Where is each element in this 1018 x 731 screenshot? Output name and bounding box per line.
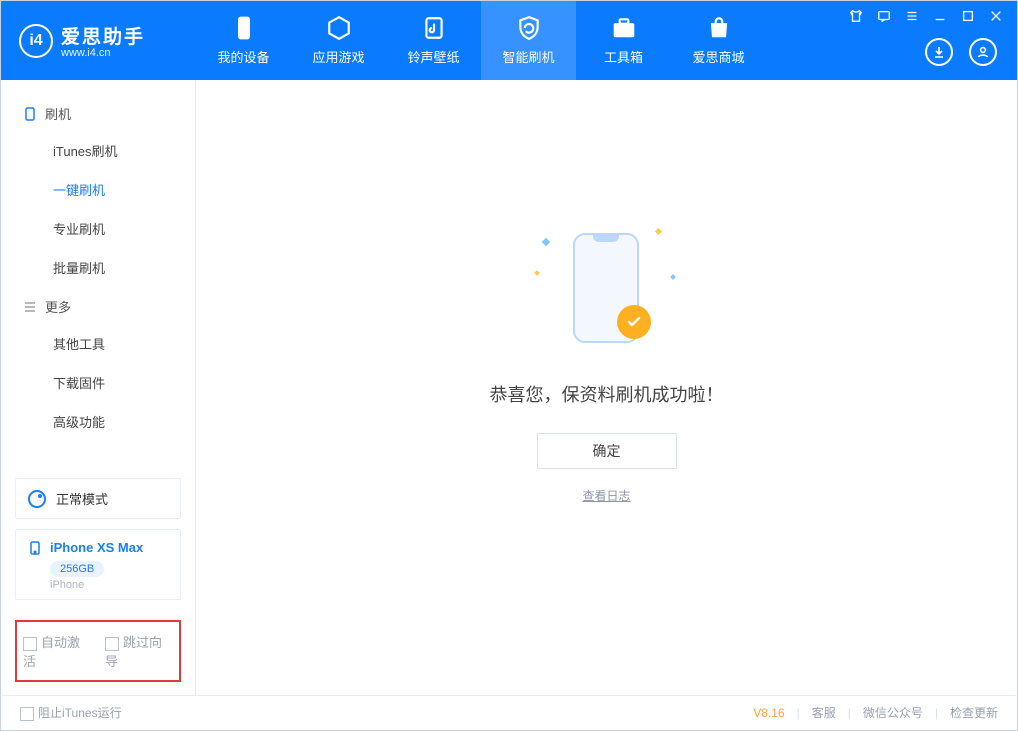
sidebar-item-oneclick-flash[interactable]: 一键刷机 xyxy=(1,170,195,209)
feedback-icon[interactable] xyxy=(877,9,891,26)
tab-label: 智能刷机 xyxy=(502,47,554,66)
mode-card[interactable]: 正常模式 xyxy=(15,478,181,519)
tab-apps-games[interactable]: 应用游戏 xyxy=(291,1,386,80)
block-itunes-checkbox[interactable]: 阻止iTunes运行 xyxy=(20,704,122,721)
nav-tabs: 我的设备 应用游戏 铃声壁纸 智能刷机 工具箱 爱思商城 xyxy=(196,1,766,80)
sidebar-section-flash: 刷机 xyxy=(1,94,195,131)
device-type: iPhone xyxy=(28,579,168,591)
minimize-icon[interactable] xyxy=(933,9,947,26)
sidebar-section-more: 更多 xyxy=(1,287,195,324)
sidebar-item-other-tools[interactable]: 其他工具 xyxy=(1,324,195,363)
footer-link-support[interactable]: 客服 xyxy=(812,704,836,721)
briefcase-icon xyxy=(611,15,637,41)
tshirt-icon[interactable] xyxy=(849,9,863,26)
device-capacity: 256GB xyxy=(50,561,104,577)
sidebar-item-advanced[interactable]: 高级功能 xyxy=(1,402,195,441)
main-content: 恭喜您，保资料刷机成功啦！ 确定 查看日志 xyxy=(196,80,1017,696)
mode-label: 正常模式 xyxy=(56,489,108,508)
tab-label: 应用游戏 xyxy=(312,47,364,66)
app-domain: www.i4.cn xyxy=(61,47,145,59)
menu-icon[interactable] xyxy=(905,9,919,26)
section-title: 刷机 xyxy=(45,104,71,123)
bag-icon xyxy=(706,15,732,41)
sidebar-item-batch-flash[interactable]: 批量刷机 xyxy=(1,248,195,287)
device-phone-icon xyxy=(28,541,42,555)
device-name: iPhone XS Max xyxy=(50,540,143,555)
auto-activate-checkbox[interactable]: 自动激活 xyxy=(23,632,91,670)
tab-label: 工具箱 xyxy=(604,47,643,66)
options-highlight-box: 自动激活 跳过向导 xyxy=(15,620,181,682)
header-right-icons xyxy=(925,38,997,66)
device-card[interactable]: iPhone XS Max 256GB iPhone xyxy=(15,529,181,600)
tab-label: 铃声壁纸 xyxy=(407,47,459,66)
close-icon[interactable] xyxy=(989,9,1003,26)
section-title: 更多 xyxy=(45,297,71,316)
phone-outline-icon xyxy=(23,107,37,121)
sidebar-item-download-firmware[interactable]: 下载固件 xyxy=(1,363,195,402)
tab-store[interactable]: 爱思商城 xyxy=(671,1,766,80)
tab-ringtones[interactable]: 铃声壁纸 xyxy=(386,1,481,80)
cube-icon xyxy=(326,15,352,41)
maximize-icon[interactable] xyxy=(961,9,975,26)
app-name: 爱思助手 xyxy=(61,22,145,49)
version-label: V8.16 xyxy=(753,706,784,720)
download-icon[interactable] xyxy=(925,38,953,66)
view-log-link[interactable]: 查看日志 xyxy=(582,487,630,504)
shield-refresh-icon xyxy=(516,15,542,41)
app-logo: i4 爱思助手 www.i4.cn xyxy=(1,22,196,59)
success-check-icon xyxy=(617,305,651,339)
sidebar-item-itunes-flash[interactable]: iTunes刷机 xyxy=(1,131,195,170)
tab-smart-flash[interactable]: 智能刷机 xyxy=(481,1,576,80)
skip-guide-checkbox[interactable]: 跳过向导 xyxy=(105,632,173,670)
sidebar-item-pro-flash[interactable]: 专业刷机 xyxy=(1,209,195,248)
success-message: 恭喜您，保资料刷机成功啦！ xyxy=(490,381,724,407)
tab-label: 爱思商城 xyxy=(692,47,744,66)
music-file-icon xyxy=(421,15,447,41)
list-icon xyxy=(23,300,37,314)
footer-link-wechat[interactable]: 微信公众号 xyxy=(863,704,923,721)
footer-link-update[interactable]: 检查更新 xyxy=(950,704,998,721)
tab-toolbox[interactable]: 工具箱 xyxy=(576,1,671,80)
mode-status-icon xyxy=(28,490,46,508)
checkbox-label: 阻止iTunes运行 xyxy=(38,706,122,720)
tab-label: 我的设备 xyxy=(217,47,269,66)
titlebar-controls xyxy=(849,9,1003,26)
logo-icon: i4 xyxy=(19,24,53,58)
status-bar: 阻止iTunes运行 V8.16 | 客服 | 微信公众号 | 检查更新 xyxy=(2,695,1016,729)
ok-button[interactable]: 确定 xyxy=(537,433,677,469)
sidebar: 刷机 iTunes刷机 一键刷机 专业刷机 批量刷机 更多 其他工具 下载固件 … xyxy=(1,80,196,696)
device-icon xyxy=(231,15,257,41)
user-icon[interactable] xyxy=(969,38,997,66)
tab-my-device[interactable]: 我的设备 xyxy=(196,1,291,80)
success-illustration xyxy=(557,233,657,353)
